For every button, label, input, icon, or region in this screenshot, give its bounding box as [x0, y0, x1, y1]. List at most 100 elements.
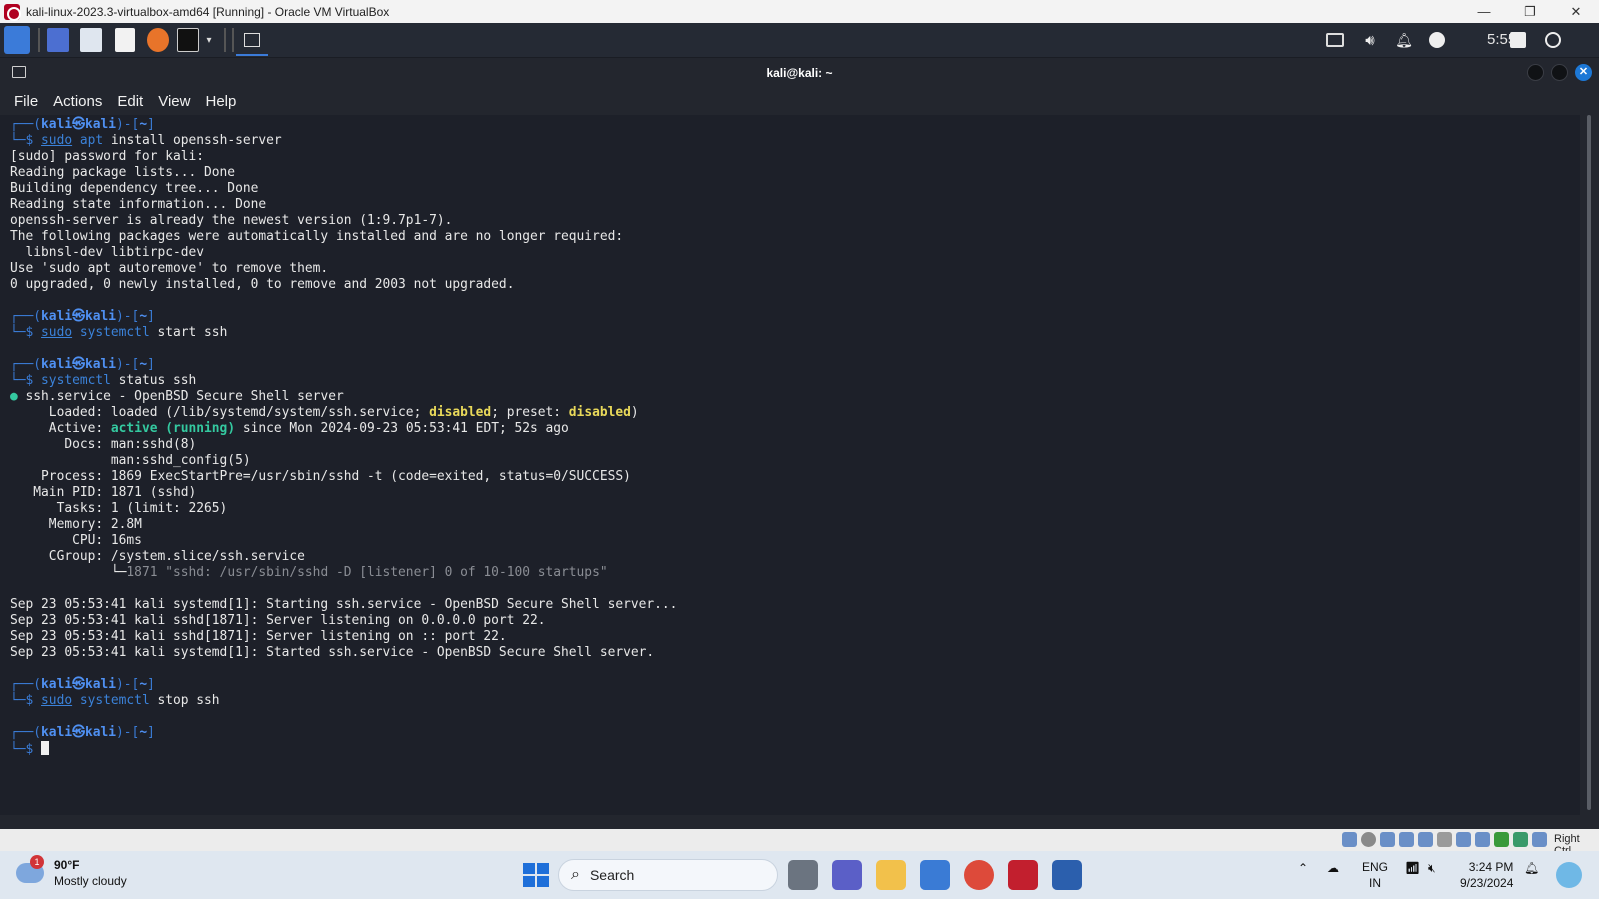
lock-icon[interactable]	[1510, 32, 1526, 48]
output-line: Memory: 2.8M	[10, 517, 142, 532]
journal-line: Sep 23 05:53:41 kali sshd[1871]: Server …	[10, 613, 546, 628]
speaker-muted-icon[interactable]: 🔇︎	[1428, 861, 1436, 876]
terminal-window-icon	[244, 33, 260, 47]
menu-actions[interactable]: Actions	[53, 93, 102, 110]
taskbar-search[interactable]: ⌕ Search	[558, 859, 778, 891]
network-icon[interactable]	[1399, 832, 1414, 847]
output-line: Building dependency tree... Done	[10, 181, 259, 196]
terminal-launcher-icon[interactable]	[177, 28, 199, 52]
show-desktop-icon[interactable]	[47, 28, 69, 52]
mouse-integration-icon[interactable]	[1513, 832, 1528, 847]
word-icon[interactable]	[1052, 860, 1082, 890]
notifications-icon[interactable]: 🔔︎	[1524, 861, 1539, 875]
chevron-up-icon[interactable]: ⌃	[1298, 861, 1308, 875]
virtualbox-icon	[4, 3, 21, 21]
output-line: Reading package lists... Done	[10, 165, 236, 180]
terminal-scrollbar[interactable]	[1587, 115, 1591, 810]
keyboard-capture-icon[interactable]	[1532, 832, 1547, 847]
output-line: man:sshd_config(5)	[10, 453, 251, 468]
menu-view[interactable]: View	[158, 93, 190, 110]
start-button[interactable]	[520, 860, 550, 890]
service-header: ● ssh.service - OpenBSD Secure Shell ser…	[10, 389, 344, 404]
virtualbox-taskbar-icon[interactable]	[1008, 860, 1038, 890]
copilot-icon[interactable]	[1556, 862, 1582, 888]
command-line: └─$ sudo systemctl stop ssh	[10, 693, 220, 708]
terminal-window: kali@kali: ~ ✕ File Actions Edit View He…	[0, 58, 1599, 829]
active-command-line[interactable]: └─$	[10, 741, 1580, 757]
system-clock[interactable]: 3:24 PM 9/23/2024	[1460, 859, 1513, 891]
output-line: Reading state information... Done	[10, 197, 267, 212]
wifi-icon[interactable]: 📶︎	[1405, 861, 1420, 875]
output-line: Use 'sudo apt autoremove' to remove them…	[10, 261, 329, 276]
output-line: Tasks: 1 (limit: 2265)	[10, 501, 228, 516]
usb-icon[interactable]	[1418, 832, 1433, 847]
audio-icon[interactable]	[1380, 832, 1395, 847]
cgroup-tree-line: └─1871 "sshd: /usr/sbin/sshd -D [listene…	[10, 565, 608, 580]
task-view-icon[interactable]	[788, 860, 818, 890]
vbox-status-bar: Right Ctrl	[0, 829, 1599, 857]
chrome-icon[interactable]	[964, 860, 994, 890]
command-line: └─$ systemctl status ssh	[10, 373, 197, 388]
output-line: [sudo] password for kali:	[10, 149, 205, 164]
taskbar-terminal-window[interactable]	[236, 26, 268, 56]
language-code: ENG	[1362, 860, 1389, 874]
teams-icon[interactable]	[832, 860, 862, 890]
menu-help[interactable]: Help	[205, 93, 236, 110]
vbox-title-bar: kali-linux-2023.3-virtualbox-amd64 [Runn…	[0, 0, 1599, 23]
display-icon[interactable]	[1326, 33, 1344, 47]
firefox-icon[interactable]	[147, 28, 169, 52]
kali-top-panel: ▾ 🔊︎ 🔔︎ 5:55	[0, 23, 1599, 58]
microsoft-store-icon[interactable]	[920, 860, 950, 890]
weather-temp: 90°F	[54, 858, 80, 872]
onedrive-icon[interactable]: ☁	[1327, 861, 1339, 875]
volume-icon[interactable]: 🔊︎	[1360, 28, 1380, 52]
terminal-title-bar: kali@kali: ~ ✕	[0, 58, 1599, 87]
optical-drive-icon[interactable]	[1361, 832, 1376, 847]
text-cursor	[41, 741, 50, 755]
panel-separator	[38, 28, 40, 52]
terminal-icon	[12, 66, 26, 78]
menu-file[interactable]: File	[14, 93, 38, 110]
weather-desc: Mostly cloudy	[54, 874, 127, 888]
restore-button[interactable]: ❐	[1507, 0, 1553, 23]
close-window-button[interactable]: ✕	[1575, 64, 1592, 81]
language-indicator[interactable]: ENG IN	[1362, 859, 1388, 891]
chevron-down-icon[interactable]: ▾	[203, 28, 215, 52]
weather-widget[interactable]: 1 90°F Mostly cloudy	[16, 855, 127, 889]
file-explorer-icon[interactable]	[876, 860, 906, 890]
logout-icon[interactable]	[1545, 32, 1561, 48]
service-loaded: Loaded: loaded (/lib/systemd/system/ssh.…	[10, 405, 639, 420]
panel-separator	[232, 28, 234, 52]
windows-taskbar: 1 90°F Mostly cloudy ⌕ Search ⌃ ☁ ENG IN…	[0, 851, 1599, 899]
output-line: CGroup: /system.slice/ssh.service	[10, 549, 305, 564]
file-manager-icon[interactable]	[80, 28, 102, 52]
prompt-line: ┌──(kali㉿kali)-[~]	[10, 117, 155, 132]
maximize-window-button[interactable]	[1551, 64, 1568, 81]
hard-disk-icon[interactable]	[1342, 832, 1357, 847]
output-line: libnsl-dev libtirpc-dev	[10, 245, 205, 260]
video-capture-icon[interactable]	[1475, 832, 1490, 847]
close-button[interactable]: ✕	[1553, 0, 1599, 23]
panel-separator	[224, 28, 226, 52]
power-manager-icon[interactable]	[1429, 32, 1445, 48]
display-settings-icon[interactable]	[1456, 832, 1471, 847]
minimize-window-button[interactable]	[1527, 64, 1544, 81]
terminal-output[interactable]: ┌──(kali㉿kali)-[~] └─$ sudo apt install …	[0, 115, 1580, 815]
command-line: └─$ sudo apt install openssh-server	[10, 133, 282, 148]
terminal-title: kali@kali: ~	[766, 65, 833, 80]
text-editor-icon[interactable]	[115, 28, 135, 52]
shared-folders-icon[interactable]	[1437, 832, 1452, 847]
prompt-line: ┌──(kali㉿kali)-[~]	[10, 309, 155, 324]
clock-time: 3:24 PM	[1468, 860, 1514, 874]
minimize-button[interactable]: —	[1461, 0, 1507, 23]
menu-edit[interactable]: Edit	[117, 93, 143, 110]
clock-date: 9/23/2024	[1460, 876, 1514, 890]
notification-bell-icon[interactable]: 🔔︎	[1395, 28, 1413, 52]
cpu-activity-icon[interactable]	[1494, 832, 1509, 847]
kali-menu-icon[interactable]	[4, 26, 30, 54]
search-icon: ⌕	[571, 866, 580, 883]
